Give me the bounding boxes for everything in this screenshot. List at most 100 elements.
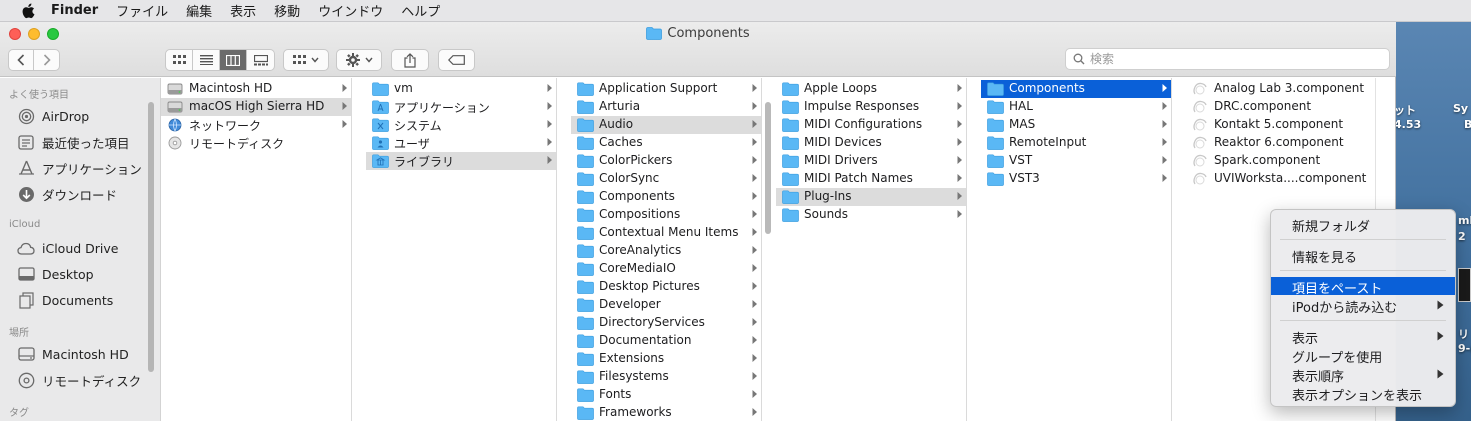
list-item[interactable]: MIDI Drivers bbox=[776, 152, 966, 170]
menu-finder[interactable]: Finder bbox=[51, 3, 98, 18]
list-item[interactable]: MIDI Devices bbox=[776, 134, 966, 152]
list-item-label: Filesystems bbox=[599, 369, 669, 383]
list-item[interactable]: ユーザ bbox=[366, 134, 556, 152]
sidebar-item-macintosh-hd[interactable]: Macintosh HD bbox=[17, 344, 129, 364]
list-item[interactable]: Macintosh HD bbox=[161, 80, 351, 98]
menu-item-paste-item[interactable]: 項目をペースト bbox=[1271, 277, 1455, 297]
disc-icon bbox=[168, 136, 182, 150]
list-item[interactable]: Analog Lab 3.component bbox=[1186, 80, 1375, 98]
sidebar-item-recents[interactable]: 最近使った項目 bbox=[17, 132, 130, 152]
list-item[interactable]: UVIWorksta....component bbox=[1186, 170, 1375, 188]
forward-button[interactable] bbox=[34, 50, 59, 70]
list-item[interactable]: vm bbox=[366, 80, 556, 98]
back-button[interactable] bbox=[9, 50, 35, 70]
share-icon bbox=[404, 52, 416, 68]
list-item[interactable]: ライブラリ bbox=[366, 152, 556, 170]
list-item[interactable]: Desktop Pictures bbox=[571, 278, 761, 296]
list-item[interactable]: Filesystems bbox=[571, 368, 761, 386]
list-item[interactable]: Documentation bbox=[571, 332, 761, 350]
menu-help[interactable]: ヘルプ bbox=[401, 1, 440, 20]
list-item[interactable]: Extensions bbox=[571, 350, 761, 368]
list-item[interactable]: Audio bbox=[571, 116, 761, 134]
list-item[interactable]: アプリケーション bbox=[366, 98, 556, 116]
menu-item-show-view-options[interactable]: 表示オプションを表示 bbox=[1271, 384, 1455, 404]
list-item[interactable]: ネットワーク bbox=[161, 116, 351, 134]
menu-file[interactable]: ファイル bbox=[116, 1, 168, 20]
sidebar-item-documents[interactable]: Documents bbox=[17, 290, 113, 310]
list-item[interactable]: Spark.component bbox=[1186, 152, 1375, 170]
list-item[interactable]: HAL bbox=[981, 98, 1171, 116]
list-item-label: ライブラリ bbox=[394, 155, 455, 169]
list-item[interactable]: Kontakt 5.component bbox=[1186, 116, 1375, 134]
sidebar-item-applications[interactable]: アプリケーション bbox=[17, 158, 142, 178]
browser-column-3: Application Support Arturia Audio Caches Col… bbox=[571, 78, 762, 421]
list-item[interactable]: ColorPickers bbox=[571, 152, 761, 170]
list-item[interactable]: Sounds bbox=[776, 206, 966, 224]
list-item[interactable]: MIDI Patch Names bbox=[776, 170, 966, 188]
sidebar-item-remote-disc[interactable]: リモートディスク bbox=[17, 370, 141, 390]
action-button[interactable] bbox=[336, 49, 382, 71]
list-item[interactable]: Application Support bbox=[571, 80, 761, 98]
search-field[interactable] bbox=[1065, 48, 1390, 70]
list-item[interactable]: DirectoryServices bbox=[571, 314, 761, 332]
menu-item-use-groups[interactable]: グループを使用 bbox=[1271, 346, 1455, 366]
chevron-right-icon bbox=[957, 84, 962, 92]
list-item[interactable]: MAS bbox=[981, 116, 1171, 134]
apple-menu-icon[interactable] bbox=[19, 3, 37, 19]
sidebar-scrollbar[interactable] bbox=[148, 102, 154, 372]
tag-button[interactable] bbox=[438, 49, 475, 71]
list-item[interactable]: Fonts bbox=[571, 386, 761, 404]
list-item[interactable]: システム bbox=[366, 116, 556, 134]
list-item-label: Compositions bbox=[599, 207, 681, 221]
list-item[interactable]: CoreMediaIO bbox=[571, 260, 761, 278]
list-item[interactable]: Components bbox=[571, 188, 761, 206]
submenu-arrow-icon bbox=[1437, 369, 1444, 379]
list-item[interactable]: Plug-Ins bbox=[776, 188, 966, 206]
menu-window[interactable]: ウインドウ bbox=[318, 1, 383, 20]
list-item[interactable]: Contextual Menu Items bbox=[571, 224, 761, 242]
list-item[interactable]: macOS High Sierra HD bbox=[161, 98, 351, 116]
sidebar-item-downloads[interactable]: ダウンロード bbox=[17, 184, 117, 204]
list-item[interactable]: Arturia bbox=[571, 98, 761, 116]
list-item[interactable]: RemoteInput bbox=[981, 134, 1171, 152]
list-item[interactable]: Impulse Responses bbox=[776, 98, 966, 116]
list-item[interactable]: Components bbox=[981, 80, 1171, 98]
list-item[interactable]: CoreAnalytics bbox=[571, 242, 761, 260]
column-view-button[interactable] bbox=[220, 50, 247, 70]
menu-item-import-from-ipod[interactable]: iPodから読み込む bbox=[1271, 296, 1455, 316]
group-button[interactable] bbox=[283, 49, 329, 71]
list-item[interactable]: VST3 bbox=[981, 170, 1171, 188]
gallery-view-button[interactable] bbox=[247, 50, 274, 70]
menu-item-get-info[interactable]: 情報を見る bbox=[1271, 246, 1455, 266]
column-scrollbar[interactable] bbox=[765, 102, 771, 234]
share-button[interactable] bbox=[391, 49, 429, 71]
list-item[interactable]: ColorSync bbox=[571, 170, 761, 188]
list-item[interactable]: Apple Loops bbox=[776, 80, 966, 98]
list-item[interactable]: リモートディスク bbox=[161, 134, 351, 152]
list-item[interactable]: Frameworks bbox=[571, 404, 761, 421]
menu-item-view[interactable]: 表示 bbox=[1271, 327, 1455, 347]
menu-go[interactable]: 移動 bbox=[274, 1, 300, 20]
list-item[interactable]: Caches bbox=[571, 134, 761, 152]
list-item[interactable]: Reaktor 6.component bbox=[1186, 134, 1375, 152]
menu-view[interactable]: 表示 bbox=[230, 1, 256, 20]
folder-icon bbox=[987, 172, 1004, 186]
list-item[interactable]: VST bbox=[981, 152, 1171, 170]
list-item-label: MIDI Patch Names bbox=[804, 171, 913, 185]
list-view-button[interactable] bbox=[193, 50, 220, 70]
menu-item-new-folder[interactable]: 新規フォルダ bbox=[1271, 215, 1455, 235]
menu-edit[interactable]: 編集 bbox=[186, 1, 212, 20]
list-item[interactable]: Developer bbox=[571, 296, 761, 314]
menu-item-sort-by[interactable]: 表示順序 bbox=[1271, 365, 1455, 385]
search-input[interactable] bbox=[1090, 52, 1380, 66]
finder-window: Components 検索 よく使う項目 AirDrop 最近使った項目 アプリ… bbox=[0, 22, 1396, 421]
chevron-left-icon bbox=[17, 54, 25, 66]
sidebar-item-desktop[interactable]: Desktop bbox=[17, 264, 94, 284]
icon-view-button[interactable] bbox=[166, 50, 193, 70]
sidebar-item-airdrop[interactable]: AirDrop bbox=[17, 106, 89, 126]
sidebar-item-icloud-drive[interactable]: iCloud Drive bbox=[17, 238, 118, 258]
list-item[interactable]: Compositions bbox=[571, 206, 761, 224]
list-item[interactable]: MIDI Configurations bbox=[776, 116, 966, 134]
list-item[interactable]: DRC.component bbox=[1186, 98, 1375, 116]
desktop-thumbnail[interactable] bbox=[1458, 268, 1471, 302]
